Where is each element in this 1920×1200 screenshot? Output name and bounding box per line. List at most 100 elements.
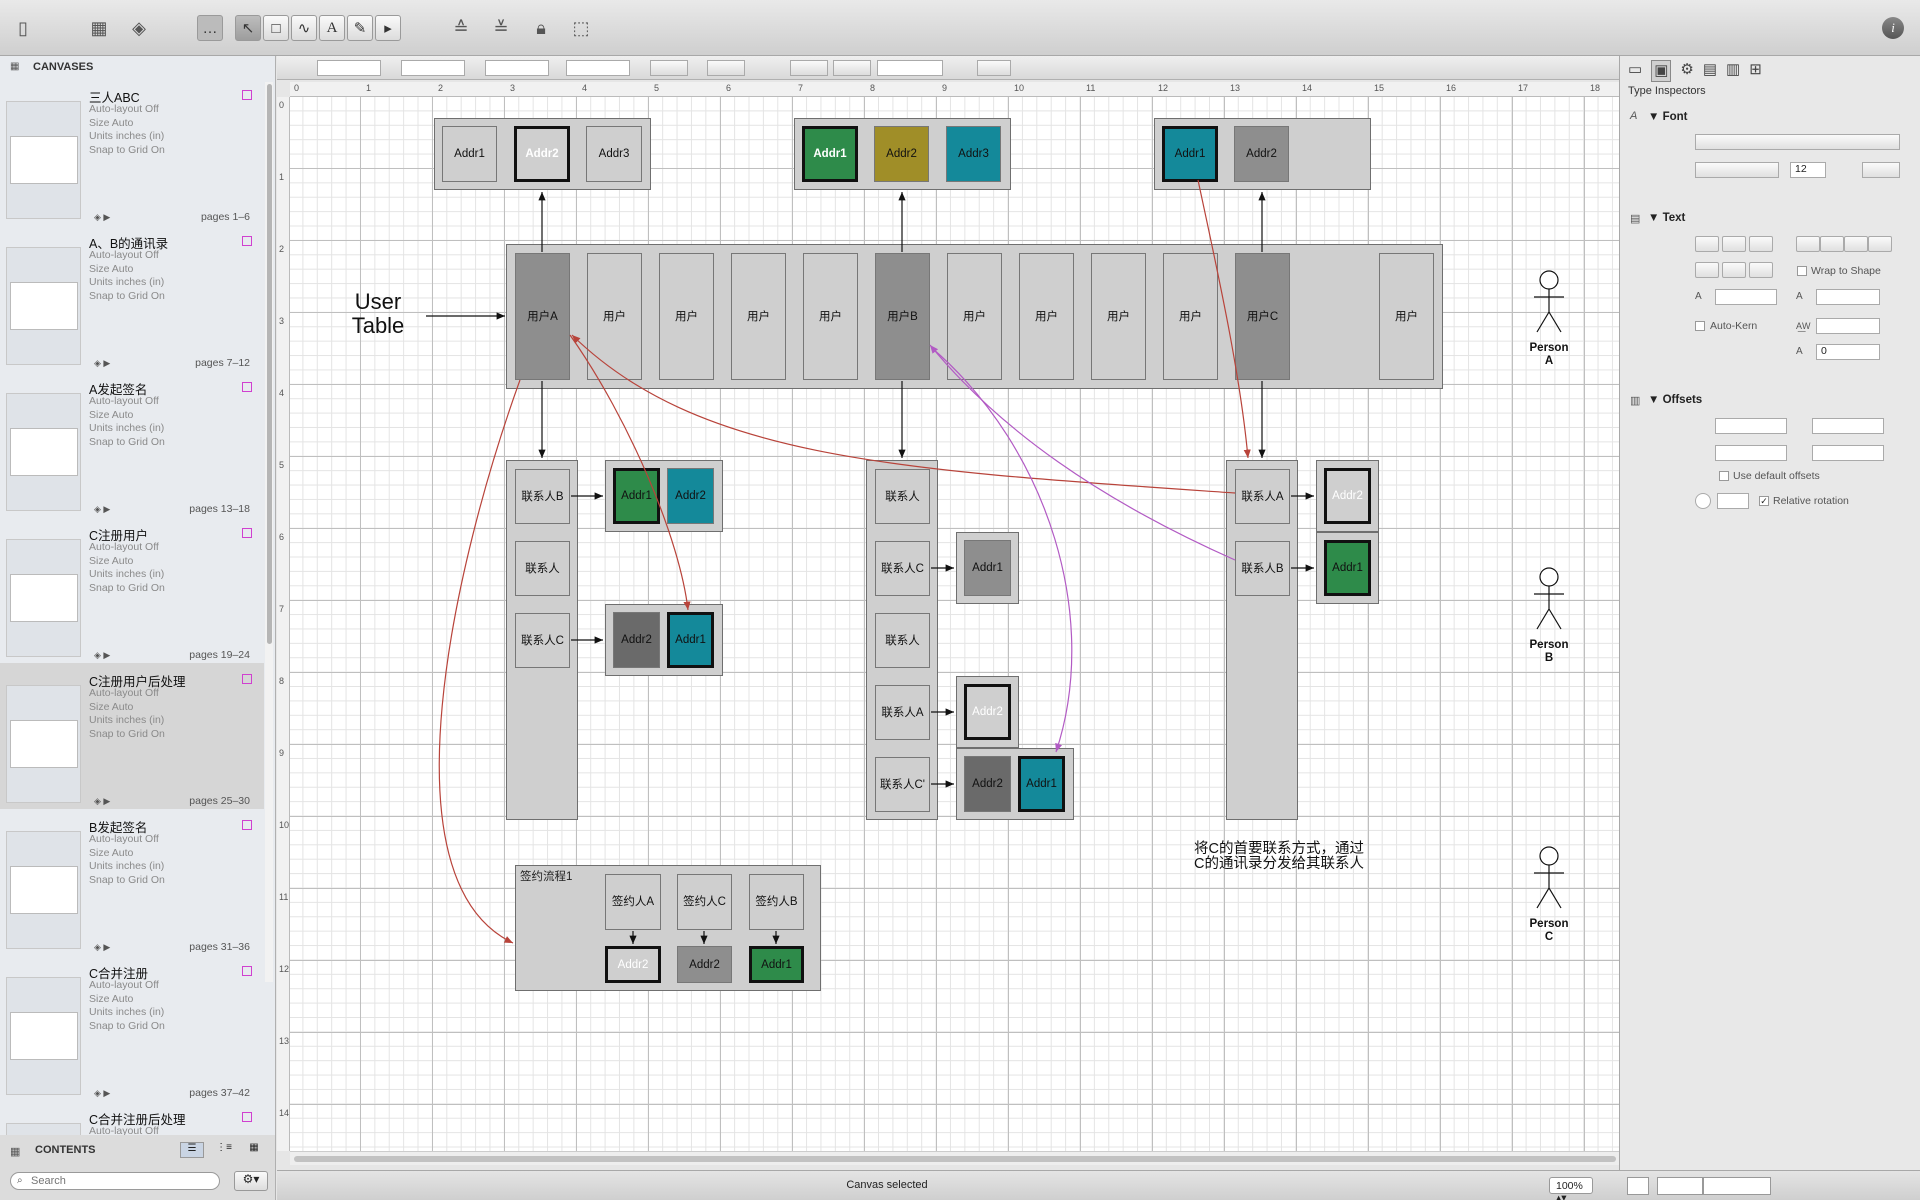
canvas-thumbnail[interactable] [6,247,81,365]
text-placement-button[interactable] [1695,262,1719,278]
user-cell[interactable]: 用户 [1091,253,1146,380]
canvas-item[interactable]: C注册用户后处理 Auto-layout Off Size Auto Units i… [0,663,264,809]
align-left-button[interactable] [1796,236,1820,252]
addr-cell[interactable]: Addr2 [605,946,661,983]
user-cell[interactable]: 用户 [1163,253,1218,380]
canvas-item[interactable]: B发起签名 Auto-layout Off Size Auto Units inch… [0,809,264,955]
relative-rotation-checkbox[interactable]: ✓ [1759,496,1769,506]
text-placement-button[interactable] [1749,262,1773,278]
align-center-button[interactable] [1820,236,1844,252]
contact-cell[interactable]: 联系人C [875,541,930,596]
line-tool-icon[interactable]: ∿ [290,14,318,42]
gear-icon[interactable]: ⚙ [1680,60,1693,82]
contact-cell[interactable]: 联系人C' [875,757,930,812]
disclosure-icon[interactable]: ◈ ▶ [94,212,110,223]
grid-view-icon[interactable]: ▦ [242,1142,266,1158]
user-cell[interactable]: 用户 [731,253,786,380]
rotation-field[interactable] [1717,493,1749,509]
person-actor[interactable]: Person C [1524,846,1574,944]
offsets-header[interactable]: ▼ Offsets [1648,394,1702,406]
canvas-item[interactable]: A、B的通讯录 Auto-layout Off Size Auto Units in… [0,225,264,371]
rotation-dial[interactable] [1695,493,1711,509]
properties-inspector-icon[interactable]: ▣ [1651,60,1672,82]
wrap-to-shape-checkbox[interactable] [1797,266,1807,276]
sidebar-toggle-icon[interactable]: ▯ [8,14,38,42]
contact-cell[interactable]: 联系人 [875,613,930,668]
stroke-popup[interactable] [833,60,871,76]
disclosure-icon[interactable]: ◈ ▶ [94,796,110,807]
addr-cell[interactable]: Addr3 [586,126,642,182]
document-inspector-icon[interactable]: ▤ [1703,60,1717,82]
contact-cell[interactable]: 联系人C [515,613,570,668]
send-back-icon[interactable]: ≚ [486,14,516,42]
addr-cell[interactable]: Addr1 [749,946,804,983]
addr-cell[interactable]: Addr1 [667,612,714,668]
width-field[interactable] [485,60,549,76]
user-cell[interactable]: 用户A [515,253,570,380]
addr-cell[interactable]: Addr1 [1018,756,1065,812]
canvas-item[interactable]: C注册用户 Auto-layout Off Size Auto Units inch… [0,517,264,663]
selection-tool-icon[interactable]: ↖ [234,14,262,42]
addr-cell[interactable]: Addr1 [964,540,1011,596]
signer-cell[interactable]: 签约人B [749,874,804,930]
canvas-thumbnail[interactable] [6,101,81,219]
grid-inspector-icon[interactable]: ⊞ [1749,60,1762,82]
disclosure-icon[interactable]: ◈ ▶ [94,358,110,369]
addr-cell[interactable]: Addr2 [613,612,660,668]
stroke-swatch[interactable] [1657,1177,1703,1195]
addr-cell[interactable]: Addr1 [802,126,858,182]
canvas-thumbnail[interactable] [6,831,81,949]
align-top-button[interactable] [1695,236,1719,252]
align-middle-button[interactable] [1722,236,1746,252]
contact-cell[interactable]: 联系人A [1235,469,1290,524]
y-field[interactable] [401,60,465,76]
contact-cell[interactable]: 联系人 [875,469,930,524]
outline-view-icon[interactable]: ⋮≡ [212,1142,236,1158]
font-size-field[interactable]: 12 [1790,162,1826,178]
group-icon[interactable]: ⬚ [566,14,596,42]
search-field[interactable]: ⌕ [10,1172,220,1190]
addr-cell[interactable]: Addr2 [667,468,714,524]
addr-cell[interactable]: Addr2 [874,126,929,182]
addr-cell[interactable]: Addr2 [964,756,1011,812]
user-cell[interactable]: 用户C [1235,253,1290,380]
addr-cell[interactable]: Addr2 [514,126,570,182]
user-cell[interactable]: 用户 [587,253,642,380]
offset-h-field[interactable] [1812,445,1884,461]
text-placement-button[interactable] [1722,262,1746,278]
shape-tool-icon[interactable]: □ [262,14,290,42]
addr-cell[interactable]: Addr1 [442,126,497,182]
line-height-field[interactable] [1715,289,1777,305]
font-color-well[interactable] [1862,162,1900,178]
addr-cell[interactable]: Addr2 [1234,126,1289,182]
canvas-thumbnail[interactable] [6,393,81,511]
stroke-width-field[interactable] [877,60,943,76]
disclosure-icon[interactable]: ◈ ▶ [94,504,110,515]
offset-y-field[interactable] [1812,418,1884,434]
signer-cell[interactable]: 签约人C [677,874,732,930]
font-header[interactable]: ▼ Font [1648,111,1687,123]
addr-cell[interactable]: Addr2 [1324,468,1371,524]
align-right-button[interactable] [1844,236,1868,252]
search-input[interactable] [31,1174,211,1188]
canvas-thumbnail[interactable] [6,539,81,657]
addr-cell[interactable]: Addr3 [946,126,1001,182]
sidebar-scrollbar[interactable] [265,82,273,982]
zoom-popup[interactable]: 100% ▴▾ [1549,1177,1593,1200]
text-tool-icon[interactable]: A [318,14,346,42]
user-cell[interactable]: 用户 [1019,253,1074,380]
style-icon[interactable]: … [196,14,224,42]
layers-icon[interactable]: ◈ [124,14,154,42]
canvas-icon[interactable]: ▦ [84,14,114,42]
pattern-popup[interactable] [977,60,1011,76]
contact-cell[interactable]: 联系人B [1235,541,1290,596]
fill-swatch[interactable] [1703,1177,1771,1195]
info-icon[interactable]: i [1878,14,1908,42]
lock-icon[interactable]: 🔒︎ [526,14,556,42]
style-swatch[interactable] [1627,1177,1649,1195]
canvas-item[interactable]: A发起签名 Auto-layout Off Size Auto Units inch… [0,371,264,517]
contact-cell[interactable]: 联系人A [875,685,930,740]
note-text[interactable]: 将C的首要联系方式，通过 C的通讯录分发给其联系人 [1164,842,1394,872]
file-inspector-icon[interactable]: ▥ [1726,60,1740,82]
diagram-tool-icon[interactable]: ▸ [374,14,402,42]
